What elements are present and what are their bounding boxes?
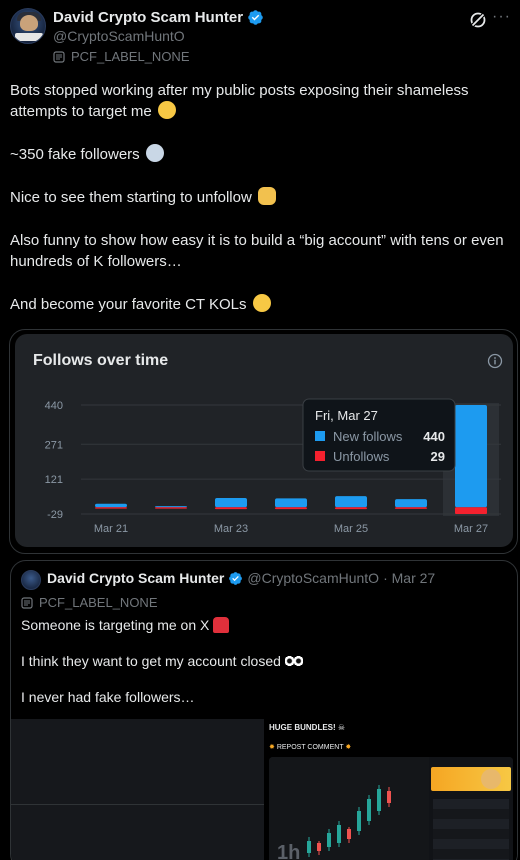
tweet-text: Bots stopped working after my public pos… — [10, 80, 510, 337]
tooltip-label: Unfollows — [333, 449, 390, 464]
tweet-header: David Crypto Scam Hunter @CryptoScamHunt… — [10, 8, 510, 68]
laughing-emoji-icon — [252, 294, 271, 312]
bundle-line: ✸ REPOST COMMENT ✸ — [269, 744, 352, 751]
more-options-icon[interactable]: ··· — [492, 9, 510, 28]
candlestick-chart-thumbnail: 1h — [269, 757, 429, 860]
smirk-emoji-icon — [157, 101, 176, 119]
skull-emoji-icon: ☠ — [337, 723, 346, 732]
tooltip-date: Fri, Mar 27 — [315, 408, 378, 423]
quoted-paragraph: I think they want to get my account clos… — [21, 651, 511, 671]
waving-hand-emoji-icon — [257, 187, 276, 205]
x-tick-label: Mar 27 — [454, 523, 488, 535]
tooltip-swatch — [315, 451, 325, 461]
token-info-panel — [429, 757, 513, 860]
unfollows-bar — [95, 507, 127, 509]
tweet-paragraph: Bots stopped working after my public pos… — [10, 82, 469, 120]
bundle-title: HUGE BUNDLES! ☠ — [269, 723, 346, 732]
new-follows-bar — [455, 405, 487, 508]
quoted-tweet-text: Someone is targeting me on X I think the… — [21, 615, 511, 723]
y-tick-label: 440 — [45, 400, 63, 412]
follows-chart: 440 271 121 -29 Mar 21 Mar 23 Mar 25 Mar 27 Fri,… — [45, 398, 501, 535]
tooltip-label: New follows — [333, 429, 403, 444]
tweet-paragraph: Nice to see them starting to unfollow — [10, 187, 510, 208]
quoted-media-image-2[interactable]: HUGE BUNDLES! ☠ ✸ REPOST COMMENT ✸ 1h — [267, 719, 517, 860]
quoted-tweet-date[interactable]: · Mar 27 — [383, 570, 435, 586]
author-name-row: David Crypto Scam Hunter — [53, 8, 264, 26]
label-icon — [21, 596, 33, 609]
x-tick-label: Mar 25 — [334, 523, 368, 535]
sparkle-icon: ✸ — [269, 744, 275, 751]
quoted-paragraph: Someone is targeting me on X — [21, 615, 511, 635]
tweet-paragraph: ~350 fake followers — [10, 144, 510, 165]
x-tick-label: Mar 23 — [214, 523, 248, 535]
author-handle[interactable]: @CryptoScamHuntO — [53, 28, 185, 44]
quoted-tweet[interactable]: David Crypto Scam Hunter @CryptoScamHunt… — [10, 560, 518, 860]
x-tick-label: Mar 21 — [94, 523, 128, 535]
unfollows-bar — [455, 507, 487, 514]
token-mascot-icon — [481, 769, 501, 789]
quoted-author-row: David Crypto Scam Hunter @CryptoScamHunt… — [47, 570, 435, 586]
trading-screenshot: 1h — [269, 757, 513, 860]
y-tick-label: -29 — [47, 509, 63, 521]
media-divider — [11, 804, 264, 805]
account-label: PCF_LABEL_NONE — [53, 49, 190, 64]
new-follows-bar — [95, 503, 127, 508]
unfollows-bar — [215, 507, 247, 510]
quoted-author-avatar[interactable] — [21, 570, 41, 590]
timeframe-label: 1h — [277, 842, 301, 860]
quoted-account-label-text: PCF_LABEL_NONE — [39, 595, 158, 610]
chart-card[interactable]: Follows over time 440 271 121 -29 Mar 21 Mar … — [9, 329, 518, 554]
label-icon — [53, 50, 65, 63]
chart-panel: Follows over time 440 271 121 -29 Mar 21 Mar … — [15, 334, 513, 547]
new-follows-bar — [335, 496, 367, 508]
quoted-account-label: PCF_LABEL_NONE — [21, 595, 158, 610]
tweet-paragraph: And become your favorite CT KOLs — [10, 294, 510, 315]
verified-badge-icon — [229, 571, 243, 585]
sparkle-icon: ✸ — [345, 744, 352, 751]
tooltip-swatch — [315, 431, 325, 441]
unfollows-bar — [155, 507, 187, 509]
author-avatar[interactable] — [10, 8, 46, 44]
tweet-paragraph: Also funny to show how easy it is to bui… — [10, 232, 504, 270]
new-follows-bar — [395, 499, 427, 508]
grok-icon[interactable] — [468, 10, 488, 30]
quoted-author-handle[interactable]: @CryptoScamHuntO — [247, 570, 379, 586]
tooltip-value: 440 — [423, 429, 445, 444]
author-name[interactable]: David Crypto Scam Hunter — [53, 9, 243, 26]
new-follows-bar — [215, 497, 247, 508]
tooltip-value: 29 — [431, 449, 445, 464]
quoted-media-image-1[interactable] — [11, 719, 264, 860]
verified-badge-icon — [248, 9, 263, 25]
y-tick-label: 271 — [45, 439, 63, 451]
new-follows-bar — [275, 498, 307, 508]
y-tick-label: 121 — [45, 474, 63, 486]
unfollows-bar — [395, 507, 427, 509]
unfollows-bar — [335, 507, 367, 510]
account-label-text: PCF_LABEL_NONE — [71, 49, 190, 64]
quoted-paragraph: I never had fake followers… — [21, 689, 195, 705]
token-stats — [433, 799, 509, 860]
unfollows-bar — [275, 507, 307, 510]
siren-emoji-icon — [213, 617, 230, 633]
new-follows-bar — [155, 506, 187, 508]
eyes-emoji-icon — [284, 655, 303, 667]
scream-emoji-icon — [145, 144, 164, 162]
quoted-author-name[interactable]: David Crypto Scam Hunter — [47, 570, 224, 586]
